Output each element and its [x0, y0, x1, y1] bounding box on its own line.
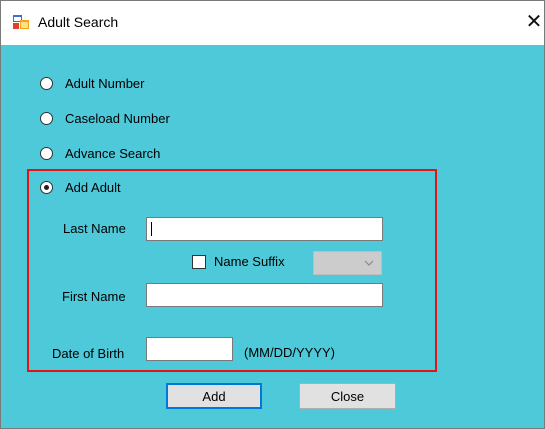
window-title: Adult Search: [38, 14, 119, 30]
close-button[interactable]: Close: [299, 383, 396, 409]
radio-adult-number[interactable]: Adult Number: [40, 74, 144, 92]
radio-label: Advance Search: [65, 145, 161, 161]
close-icon[interactable]: ✕: [523, 10, 545, 34]
radio-button[interactable]: [40, 146, 53, 160]
title-bar: Adult Search ✕: [1, 1, 544, 45]
last-name-label: Last Name: [63, 221, 126, 236]
adult-search-dialog: Adult Search ✕ Adult Number Caseload Num…: [0, 0, 545, 429]
radio-label: Adult Number: [65, 75, 145, 91]
date-of-birth-input[interactable]: [146, 337, 233, 361]
text-caret: [151, 222, 152, 236]
date-of-birth-label: Date of Birth: [52, 346, 125, 361]
radio-button-selected[interactable]: [40, 180, 53, 194]
last-name-input[interactable]: [146, 217, 383, 241]
app-window-icon: [13, 15, 29, 29]
radio-button[interactable]: [40, 111, 53, 125]
radio-button[interactable]: [40, 76, 53, 90]
radio-advance-search[interactable]: Advance Search: [40, 144, 160, 162]
radio-add-adult[interactable]: Add Adult: [40, 178, 121, 196]
radio-label: Caseload Number: [65, 110, 170, 126]
date-format-hint: (MM/DD/YYYY): [244, 345, 335, 360]
first-name-label: First Name: [62, 289, 126, 304]
name-suffix-checkbox[interactable]: [192, 255, 206, 269]
radio-caseload-number[interactable]: Caseload Number: [40, 109, 170, 127]
name-suffix-select[interactable]: [313, 251, 382, 275]
name-suffix-label: Name Suffix: [214, 254, 285, 269]
chevron-down-icon: [364, 260, 374, 266]
first-name-input[interactable]: [146, 283, 383, 307]
add-button[interactable]: Add: [166, 383, 262, 409]
radio-label: Add Adult: [65, 179, 121, 195]
